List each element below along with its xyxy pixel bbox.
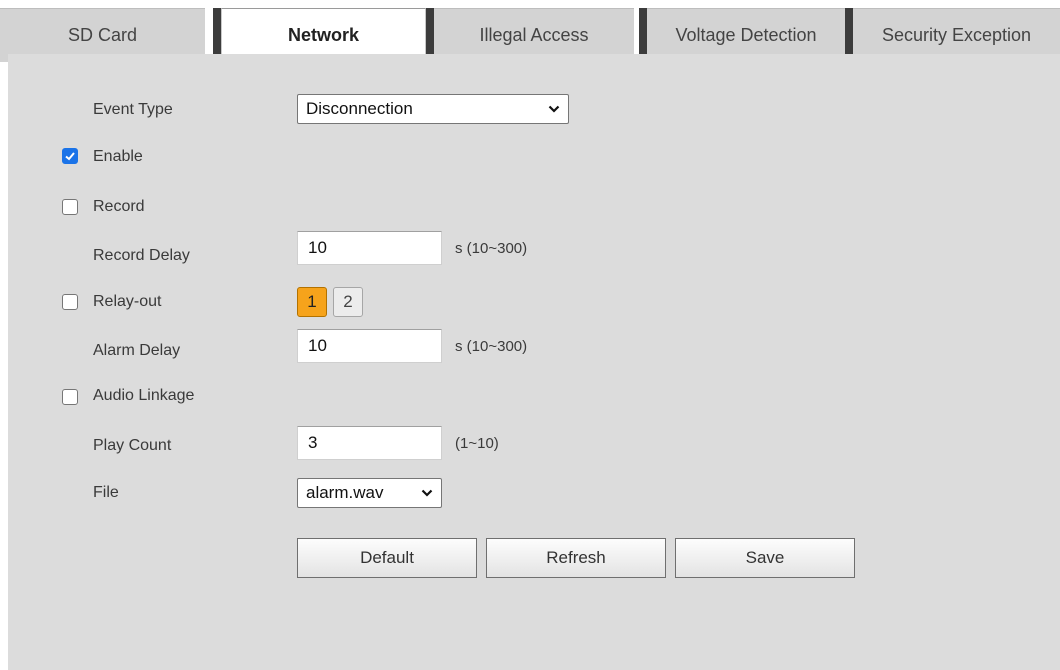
record-delay-input[interactable]: 10 — [297, 231, 442, 265]
relay-channel-1-button[interactable]: 1 — [297, 287, 327, 317]
chevron-down-icon — [421, 489, 433, 497]
record-delay-value: 10 — [308, 238, 327, 257]
play-count-value: 3 — [308, 433, 318, 452]
alarm-delay-value: 10 — [308, 336, 327, 355]
tab-separator — [845, 8, 853, 54]
relay-channel-2-button[interactable]: 2 — [333, 287, 363, 317]
file-select[interactable]: alarm.wav — [297, 478, 442, 508]
default-button[interactable]: Default — [297, 538, 477, 578]
default-button-label: Default — [360, 548, 414, 567]
tab-sd-card-label: SD Card — [67, 25, 138, 45]
record-delay-label: Record Delay — [93, 247, 190, 264]
alarm-delay-input[interactable]: 10 — [297, 329, 442, 363]
play-count-label: Play Count — [93, 437, 172, 454]
enable-label: Enable — [93, 148, 143, 165]
relay-channel-1-label: 1 — [307, 292, 317, 311]
relay-out-checkbox[interactable] — [62, 294, 78, 310]
tab-voltage-detection-label: Voltage Detection — [675, 25, 817, 45]
record-delay-unit: s (10~300) — [455, 240, 528, 257]
tab-separator — [639, 8, 647, 54]
refresh-button-label: Refresh — [546, 548, 606, 567]
relay-out-label: Relay-out — [93, 293, 162, 310]
record-label: Record — [93, 198, 145, 215]
event-type-select[interactable]: Disconnection — [297, 94, 569, 124]
file-label: File — [93, 484, 119, 501]
tab-bar: SD Card Network Illegal Access Voltage D… — [0, 0, 1060, 62]
alarm-delay-unit: s (10~300) — [455, 338, 528, 355]
tab-network-label: Network — [287, 25, 359, 45]
tab-illegal-access-label: Illegal Access — [479, 25, 589, 45]
save-button-label: Save — [745, 548, 785, 567]
enable-checkbox[interactable] — [62, 148, 78, 164]
tab-separator — [426, 8, 434, 54]
play-count-unit: (1~10) — [455, 435, 499, 452]
tab-security-exception-label: Security Exception — [881, 25, 1032, 45]
event-type-label: Event Type — [93, 101, 173, 118]
audio-linkage-checkbox[interactable] — [62, 389, 78, 405]
chevron-down-icon — [548, 105, 560, 113]
record-checkbox[interactable] — [62, 199, 78, 215]
file-value: alarm.wav — [306, 483, 384, 502]
alarm-delay-label: Alarm Delay — [93, 342, 181, 359]
checkmark-icon — [65, 152, 75, 161]
refresh-button[interactable]: Refresh — [486, 538, 666, 578]
event-type-value: Disconnection — [306, 99, 413, 118]
audio-linkage-label: Audio Linkage — [93, 387, 195, 404]
play-count-input[interactable]: 3 — [297, 426, 442, 460]
tab-separator — [213, 8, 221, 54]
save-button[interactable]: Save — [675, 538, 855, 578]
relay-channel-2-label: 2 — [343, 292, 353, 311]
